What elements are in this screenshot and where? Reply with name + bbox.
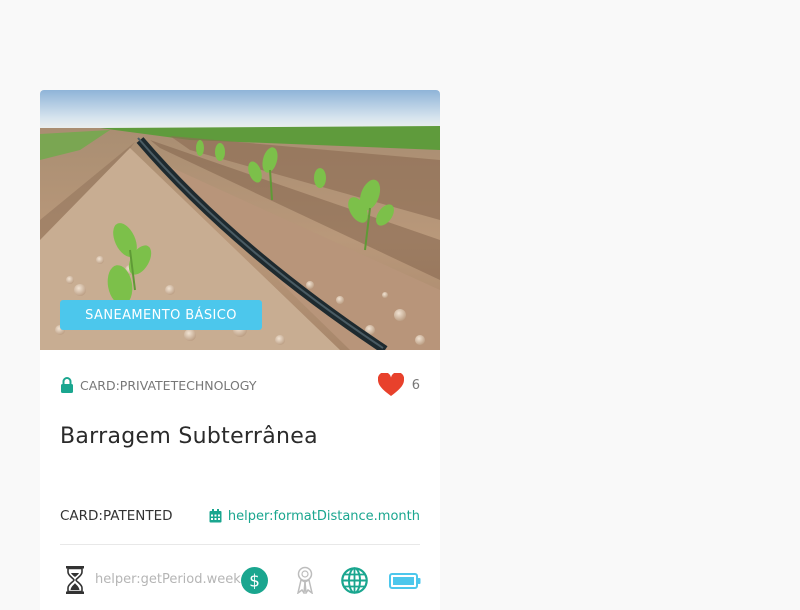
card-image: SANEAMENTO BÁSICO [40, 90, 440, 350]
patent-label: CARD:PATENTED [60, 508, 173, 524]
period-text: helper:getPeriod.week [95, 572, 241, 587]
battery-icon [389, 573, 421, 589]
like-button[interactable]: 6 [377, 373, 420, 397]
card-title[interactable]: Barragem Subterrânea [60, 424, 318, 449]
calendar-icon [209, 509, 222, 523]
heart-icon[interactable] [377, 373, 404, 397]
date-text: helper:formatDistance.month [227, 508, 420, 524]
icon-row: helper:getPeriod.week $ [60, 564, 421, 596]
award-icon [296, 566, 314, 594]
meta-row: CARD:PATENTED helper:formatDistance.mont… [60, 506, 420, 526]
privacy-row: CARD:PRIVATETECHNOLOGY 6 [60, 373, 420, 397]
privacy-label: CARD:PRIVATETECHNOLOGY [80, 377, 257, 393]
like-count: 6 [411, 377, 420, 393]
dollar-icon: $ [241, 567, 268, 594]
date-info: helper:formatDistance.month [209, 509, 420, 524]
lock-icon [61, 377, 73, 393]
svg-text:$: $ [249, 572, 260, 592]
divider [60, 544, 420, 545]
project-card[interactable]: SANEAMENTO BÁSICO CARD:PRIVATETECHNOLOGY… [40, 90, 440, 610]
globe-icon [341, 567, 368, 594]
hourglass-icon [66, 566, 84, 594]
category-tag[interactable]: SANEAMENTO BÁSICO [60, 300, 262, 330]
